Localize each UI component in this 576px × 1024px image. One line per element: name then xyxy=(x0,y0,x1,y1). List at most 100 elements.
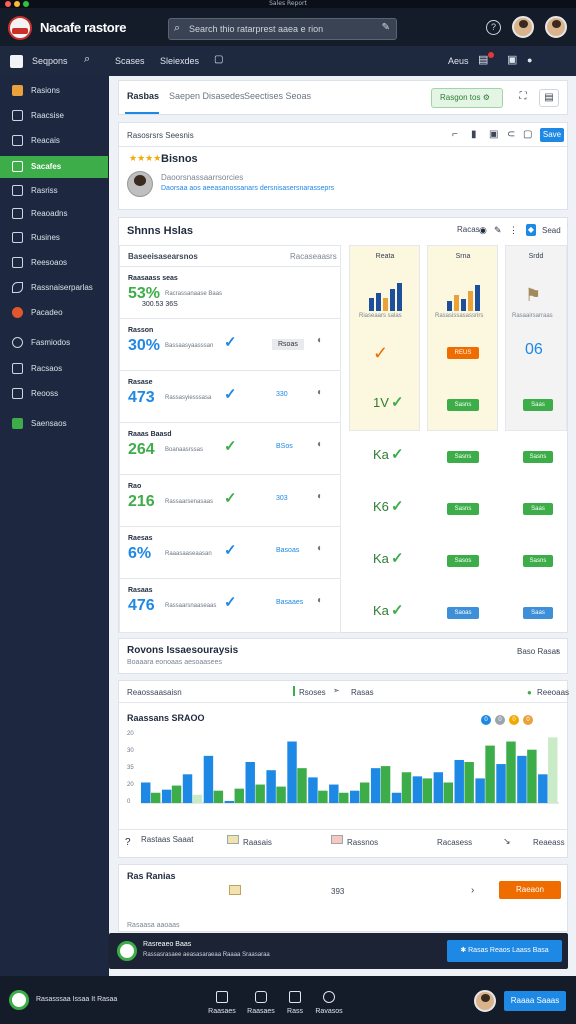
order-action-button[interactable]: Raeaon xyxy=(499,881,561,899)
footer-item-4[interactable]: Ravasos xyxy=(309,1008,349,1015)
chart-bar-b-4[interactable] xyxy=(213,790,224,803)
action-pill[interactable]: Rasgon tos ⚙ xyxy=(431,88,503,108)
column-3-value[interactable]: Sasns xyxy=(523,555,553,567)
help-circle-icon[interactable]: ? xyxy=(125,837,131,848)
search-nav-icon[interactable]: ⌕ xyxy=(84,53,90,66)
chart-bar-b-12[interactable] xyxy=(380,766,391,803)
expand-icon[interactable]: ⌐ xyxy=(452,129,458,140)
chart-bar-b-1[interactable] xyxy=(150,792,161,803)
chart-bar-b-14[interactable] xyxy=(422,778,433,803)
chart-bar-a-7[interactable] xyxy=(266,770,276,803)
chart-bar-a-10[interactable] xyxy=(329,784,339,803)
toast-action-button[interactable]: ✱ Rasas Reaos Laass Basa xyxy=(447,940,562,962)
chart-bar-a-18[interactable] xyxy=(496,764,506,803)
chart-footer-item-4[interactable]: Reaeass xyxy=(533,838,565,847)
chart-bar-a-15[interactable] xyxy=(433,772,444,803)
chart-bar-b-3[interactable] xyxy=(192,794,203,803)
chart-bar-a-19[interactable] xyxy=(517,755,527,803)
status-icon[interactable]: ◐ xyxy=(317,491,323,502)
chart-footer-item-2[interactable]: Rassnos xyxy=(347,838,378,847)
column-3-value[interactable]: Saas xyxy=(523,503,553,515)
status-icon[interactable]: ◐ xyxy=(317,543,323,554)
order-chevron-icon[interactable]: › xyxy=(471,885,474,896)
search-bar[interactable]: ⌕ Search thio ratarprest aaea e rion ✎ xyxy=(168,18,397,40)
table-row[interactable]: Rasaas 476 Rassaarsnaaseaas ✓ Basaaes ◐ xyxy=(120,578,341,629)
chart-bar-a-4[interactable] xyxy=(203,755,214,803)
chart-bar-a-3[interactable] xyxy=(182,774,193,803)
column-2-button[interactable]: REUS xyxy=(447,347,479,359)
home-icon[interactable] xyxy=(10,55,23,68)
add-icon[interactable]: ◆ xyxy=(526,224,536,236)
table-row[interactable]: Rasase 473 Rassasyiesssasa ✓ 330 ◐ xyxy=(120,370,341,421)
copy-icon[interactable]: ▢ xyxy=(523,129,532,140)
table-row[interactable]: Rao 216 Rassaarsenasaas ✓ 303 ◐ xyxy=(120,474,341,525)
footer-avatar[interactable] xyxy=(474,990,496,1012)
footer-window-icon[interactable] xyxy=(289,991,301,1003)
column-2-button[interactable]: Sasos xyxy=(447,555,479,567)
sidebar-item-2[interactable]: Raacsise xyxy=(0,105,108,127)
footer-globe-icon[interactable] xyxy=(323,991,335,1003)
chevron-right-icon[interactable]: › xyxy=(556,646,559,655)
info-icon[interactable]: ● xyxy=(527,55,532,65)
table-row[interactable]: Raaas Baasd 264 Boanaasrssas ✓ BSos ◐ xyxy=(120,422,341,473)
link-icon[interactable]: ⊂ xyxy=(507,129,515,140)
stat-extra[interactable]: 330 xyxy=(276,391,288,398)
table-row[interactable]: Rasson 30% Bassaasyaasssan ✓ Rsoas ◐ xyxy=(120,318,341,369)
chart-bar-a-1[interactable] xyxy=(141,782,151,804)
footer-app-icon[interactable] xyxy=(255,991,267,1003)
chart-bar-b-11[interactable] xyxy=(359,782,370,804)
tab-2[interactable]: Saepen Disasedes xyxy=(169,91,245,101)
sidebar-item-10[interactable]: Pacadeo xyxy=(0,302,108,324)
chart-footer-item-3[interactable]: Racasess xyxy=(437,838,472,847)
user-avatar[interactable] xyxy=(512,16,534,38)
nav-home[interactable]: Seqpons xyxy=(32,56,68,66)
chart-bar-b-10[interactable] xyxy=(339,792,349,803)
sidebar-item-8[interactable]: Reesoaos xyxy=(0,252,108,274)
voice-search-icon[interactable]: ✎ xyxy=(382,22,390,33)
status-icon[interactable]: ◐ xyxy=(317,335,323,346)
stat-extra[interactable]: Basaaes xyxy=(276,599,303,606)
stats-header-link[interactable]: Racaseaasrs xyxy=(290,252,337,261)
chart-bar-b-5[interactable] xyxy=(234,788,244,803)
chart-filter-a[interactable]: Rsoses xyxy=(299,688,326,697)
column-2-button[interactable]: Sasns xyxy=(447,451,479,463)
footer-action-button[interactable]: Raaaa Saaas xyxy=(504,991,566,1011)
report-link[interactable]: Baso Rasas xyxy=(517,647,560,656)
column-3-value[interactable]: Saas xyxy=(523,607,553,619)
chart-bar-b-6[interactable] xyxy=(255,784,265,803)
chart-bar-b-7[interactable] xyxy=(276,786,286,803)
nav-right-label[interactable]: Aeus xyxy=(448,56,469,66)
sidebar-item-3[interactable]: Reacais xyxy=(0,130,108,152)
account-avatar[interactable] xyxy=(545,16,567,38)
stat-extra[interactable]: Basoas xyxy=(276,547,299,554)
bar-icon[interactable]: ▮ xyxy=(471,129,477,140)
share-icon[interactable]: ⛶ xyxy=(513,89,533,107)
sidebar-item-14[interactable]: Saensaos xyxy=(0,413,108,435)
sidebar-item-1[interactable]: Rasions xyxy=(0,80,108,102)
sidebar-item-11[interactable]: Fasmiodos xyxy=(0,332,108,354)
chart-filter-c[interactable]: Reeoaas xyxy=(537,688,569,697)
table-row[interactable]: Raasaass seas 53% Racrassanaase Baas 300.53… xyxy=(120,266,341,317)
chart-bar-b-20[interactable] xyxy=(548,737,558,803)
column-2-button[interactable]: Sasns xyxy=(447,399,479,411)
image-icon[interactable]: ▣ xyxy=(489,129,498,140)
status-icon[interactable]: ◐ xyxy=(317,387,323,398)
notification-icon[interactable]: ▤ xyxy=(478,53,488,66)
print-icon[interactable]: ▤ xyxy=(539,89,559,107)
table-row[interactable]: Raesas 6% Raaasaaseaasan ✓ Basoas ◐ xyxy=(120,526,341,577)
nav-item-1[interactable]: Scases xyxy=(115,56,145,66)
footer-chart-icon[interactable] xyxy=(216,991,228,1003)
help-icon[interactable]: ? xyxy=(486,20,501,35)
sidebar-item-7[interactable]: Rusines xyxy=(0,227,108,249)
chart-bar-b-9[interactable] xyxy=(318,790,328,803)
arrow-in-icon[interactable]: ↘ xyxy=(503,836,511,847)
stat-extra[interactable]: 303 xyxy=(276,495,288,502)
profile-link[interactable]: Daorsaa aos aeeasanossanars dersnisasers… xyxy=(161,185,334,192)
edit-icon[interactable]: ✎ xyxy=(494,225,502,236)
more-icon[interactable]: ⋮ xyxy=(509,225,518,236)
chart-bar-a-5[interactable] xyxy=(224,800,235,803)
chart-bar-b-19[interactable] xyxy=(527,749,537,803)
sidebar-item-13[interactable]: Reooss xyxy=(0,383,108,405)
save-button[interactable]: Save xyxy=(540,128,564,142)
chart-bar-b-2[interactable] xyxy=(171,785,182,803)
